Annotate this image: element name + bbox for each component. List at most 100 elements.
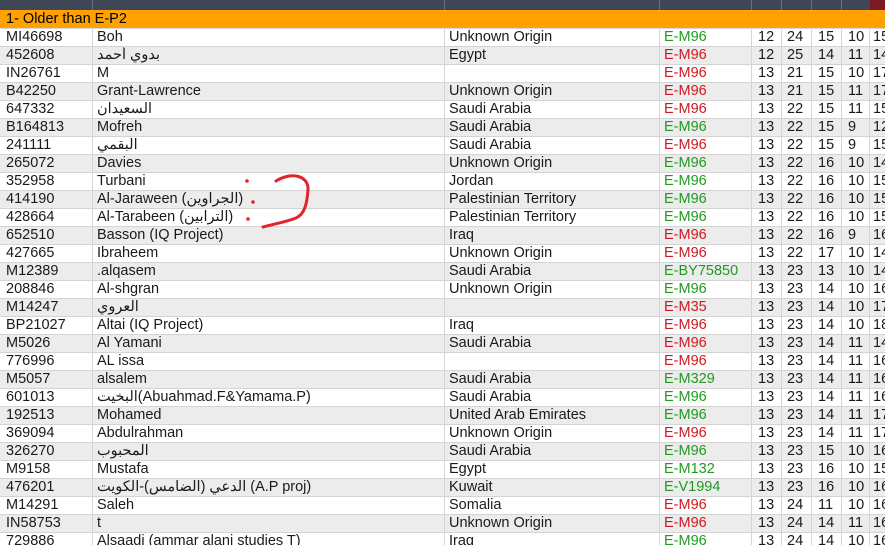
- table-row[interactable]: IN58753tUnknown OriginE-M961324141116: [0, 515, 885, 533]
- cell-id[interactable]: 265072: [0, 155, 92, 172]
- cell-id[interactable]: 241111: [0, 137, 92, 154]
- cell-n5[interactable]: 16: [869, 443, 885, 460]
- cell-origin[interactable]: Egypt: [444, 47, 659, 64]
- cell-origin[interactable]: Saudi Arabia: [444, 101, 659, 118]
- cell-n2[interactable]: 22: [781, 101, 811, 118]
- table-row[interactable]: 265072 Davies Unknown Origin E-M96 13 22 16 10 1…: [0, 155, 885, 173]
- cell-code[interactable]: E-M96: [659, 65, 751, 82]
- cell-n1[interactable]: 13: [751, 353, 781, 370]
- cell-n2[interactable]: 22: [781, 191, 811, 208]
- table-row[interactable]: 352958TurbaniJordanE-M961322161015: [0, 173, 885, 191]
- cell-id[interactable]: BP21027: [0, 317, 92, 334]
- cell-id[interactable]: MI46698: [0, 29, 92, 46]
- cell-id[interactable]: 476201: [0, 479, 92, 496]
- table-row[interactable]: BP21027 Altai (IQ Project) Iraq E-M96 13 23 14…: [0, 317, 885, 335]
- cell-n4[interactable]: 10: [841, 29, 869, 46]
- cell-n4[interactable]: 11: [841, 515, 869, 532]
- cell-n3[interactable]: 15: [811, 83, 841, 100]
- cell-n1[interactable]: 13: [751, 335, 781, 352]
- cell-n4[interactable]: 10: [841, 65, 869, 82]
- table-row[interactable]: 427665 Ibraheem Unknown Origin E-M96 13 22 17 1…: [0, 245, 885, 263]
- cell-n4[interactable]: 10: [841, 443, 869, 460]
- cell-n5[interactable]: 15: [869, 137, 885, 154]
- cell-n2[interactable]: 23: [781, 317, 811, 334]
- cell-id[interactable]: 352958: [0, 173, 92, 190]
- cell-n5[interactable]: 17: [869, 425, 885, 442]
- cell-n1[interactable]: 13: [751, 281, 781, 298]
- cell-name[interactable]: السعيدان: [92, 101, 444, 118]
- cell-n3[interactable]: 14: [811, 317, 841, 334]
- cell-id[interactable]: IN58753: [0, 515, 92, 532]
- cell-id[interactable]: 652510: [0, 227, 92, 244]
- table-row[interactable]: B164813MofrehSaudi ArabiaE-M96132215912: [0, 119, 885, 137]
- cell-n5[interactable]: 18: [869, 317, 885, 334]
- cell-n5[interactable]: 16: [869, 389, 885, 406]
- cell-code[interactable]: E-M96: [659, 83, 751, 100]
- cell-origin[interactable]: Palestinian Territory: [444, 191, 659, 208]
- cell-id[interactable]: 192513: [0, 407, 92, 424]
- cell-n3[interactable]: 15: [811, 137, 841, 154]
- cell-code[interactable]: E-M96: [659, 209, 751, 226]
- cell-n5[interactable]: 16: [869, 371, 885, 388]
- cell-origin[interactable]: Jordan: [444, 173, 659, 190]
- cell-id[interactable]: 452608: [0, 47, 92, 64]
- cell-code[interactable]: E-M35: [659, 299, 751, 316]
- cell-n5[interactable]: 16: [869, 497, 885, 514]
- cell-n4[interactable]: 10: [841, 209, 869, 226]
- cell-name[interactable]: Basson (IQ Project): [92, 227, 444, 244]
- cell-n2[interactable]: 23: [781, 407, 811, 424]
- cell-origin[interactable]: Saudi Arabia: [444, 389, 659, 406]
- cell-name[interactable]: t: [92, 515, 444, 532]
- cell-n3[interactable]: 16: [811, 191, 841, 208]
- cell-n5[interactable]: 14: [869, 335, 885, 352]
- cell-n2[interactable]: 21: [781, 83, 811, 100]
- cell-n4[interactable]: 10: [841, 299, 869, 316]
- cell-n1[interactable]: 13: [751, 173, 781, 190]
- cell-n4[interactable]: 10: [841, 479, 869, 496]
- cell-n1[interactable]: 13: [751, 155, 781, 172]
- table-row[interactable]: 647332 السعيدان Saudi Arabia E-M96 13 22 15 11 1…: [0, 101, 885, 119]
- cell-name[interactable]: Ibraheem: [92, 245, 444, 262]
- cell-n4[interactable]: 10: [841, 533, 869, 545]
- cell-n5[interactable]: 16: [869, 533, 885, 545]
- cell-name[interactable]: alsalem: [92, 371, 444, 388]
- cell-code[interactable]: E-M96: [659, 317, 751, 334]
- cell-name[interactable]: Davies: [92, 155, 444, 172]
- cell-code[interactable]: E-M132: [659, 461, 751, 478]
- cell-code[interactable]: E-M96: [659, 353, 751, 370]
- cell-n5[interactable]: 17: [869, 65, 885, 82]
- cell-name[interactable]: Mofreh: [92, 119, 444, 136]
- cell-n2[interactable]: 22: [781, 245, 811, 262]
- cell-n2[interactable]: 23: [781, 371, 811, 388]
- cell-id[interactable]: 326270: [0, 443, 92, 460]
- cell-n2[interactable]: 23: [781, 299, 811, 316]
- cell-n2[interactable]: 23: [781, 389, 811, 406]
- cell-origin[interactable]: United Arab Emirates: [444, 407, 659, 424]
- cell-origin[interactable]: Unknown Origin: [444, 245, 659, 262]
- cell-n4[interactable]: 11: [841, 425, 869, 442]
- cell-origin[interactable]: [444, 353, 659, 370]
- cell-origin[interactable]: Iraq: [444, 533, 659, 545]
- cell-n2[interactable]: 25: [781, 47, 811, 64]
- cell-id[interactable]: IN26761: [0, 65, 92, 82]
- cell-origin[interactable]: [444, 299, 659, 316]
- cell-n2[interactable]: 24: [781, 29, 811, 46]
- table-row[interactable]: 192513 Mohamed United Arab Emirates E-M96 13…: [0, 407, 885, 425]
- table-row[interactable]: MI46698BohUnknown OriginE-M961224151015: [0, 29, 885, 47]
- cell-n3[interactable]: 15: [811, 443, 841, 460]
- cell-n5[interactable]: 16: [869, 479, 885, 496]
- cell-n5[interactable]: 12: [869, 119, 885, 136]
- cell-name[interactable]: Turbani: [92, 173, 444, 190]
- cell-n4[interactable]: 10: [841, 245, 869, 262]
- cell-n2[interactable]: 24: [781, 533, 811, 545]
- table-row[interactable]: 326270المحبوبSaudi ArabiaE-M961323151016: [0, 443, 885, 461]
- cell-id[interactable]: M12389: [0, 263, 92, 280]
- cell-n4[interactable]: 9: [841, 227, 869, 244]
- cell-id[interactable]: 776996: [0, 353, 92, 370]
- table-row[interactable]: M5057alsalemSaudi ArabiaE-M3291323141116: [0, 371, 885, 389]
- cell-n3[interactable]: 14: [811, 425, 841, 442]
- cell-id[interactable]: M5057: [0, 371, 92, 388]
- cell-n5[interactable]: 17: [869, 407, 885, 424]
- table-row[interactable]: B42250 Grant-Lawrence Unknown Origin E-M96 1…: [0, 83, 885, 101]
- table-row[interactable]: 652510 Basson (IQ Project) Iraq E-M96 13 22 16…: [0, 227, 885, 245]
